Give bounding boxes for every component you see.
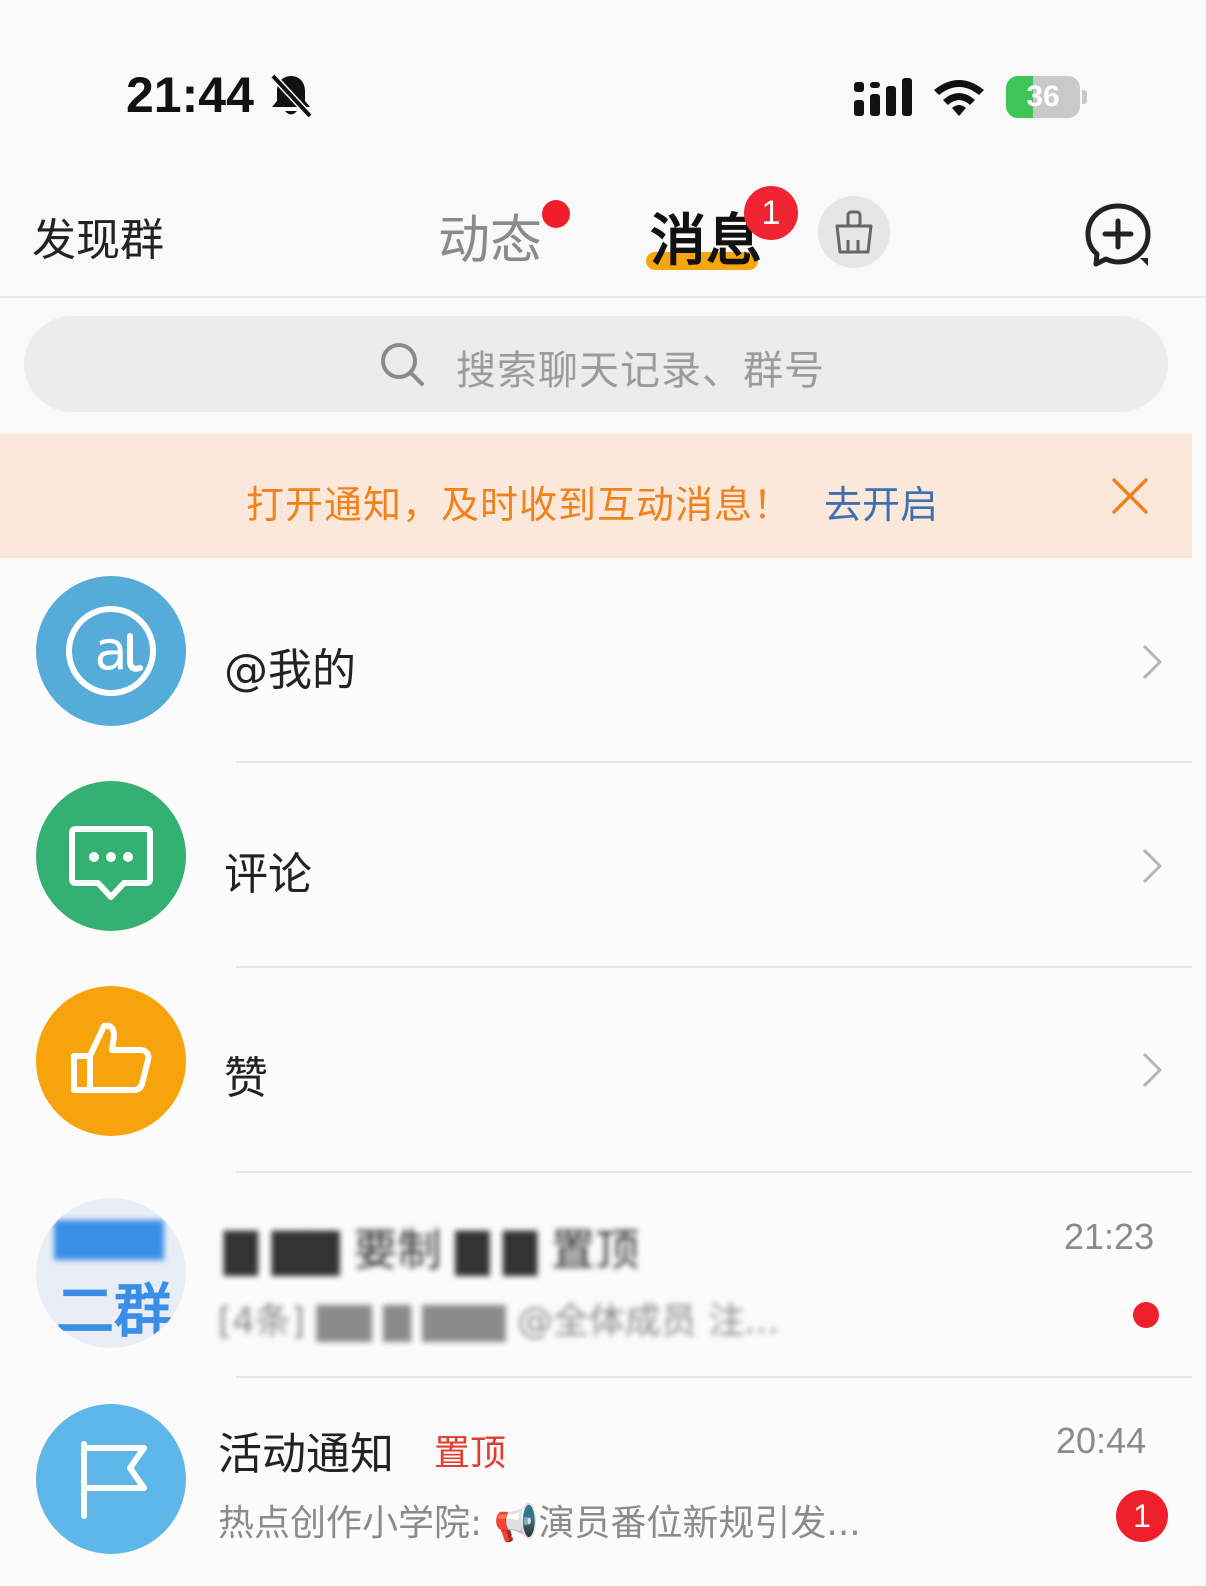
flag-icon <box>81 1441 147 1519</box>
group-avatar-text: 二群 <box>56 1277 173 1345</box>
comments-label: 评论 <box>224 849 312 900</box>
search-placeholder: 搜索聊天记录、群号 <box>456 348 825 394</box>
likes-avatar <box>36 986 186 1136</box>
wifi-icon <box>934 80 984 116</box>
new-chat-button[interactable] <box>1082 200 1154 272</box>
comment-icon <box>69 826 153 900</box>
broom-icon <box>835 210 873 254</box>
thumbs-up-icon <box>71 1022 152 1093</box>
svg-text:a: a <box>94 619 127 682</box>
group-conversation-preview: [4条] ▇▇ ▇ ▇▇▇ @全体成员 注... <box>218 1301 779 1342</box>
activity-unread-dot <box>542 200 570 228</box>
clear-unread-button[interactable] <box>818 196 890 268</box>
header-divider <box>0 296 1206 298</box>
mentions-label: @我的 <box>224 645 356 696</box>
group-conversation-time: 21:23 <box>1064 1216 1155 1257</box>
group-avatar: 二群 <box>36 1198 186 1348</box>
notice-text: 打开通知，及时收到互动消息！ <box>246 483 793 527</box>
pinned-tag: 置顶 <box>434 1433 507 1474</box>
enable-notifications-link[interactable]: 去开启 <box>824 474 938 529</box>
comments-avatar <box>36 781 186 931</box>
messages-badge: 1 <box>744 186 798 240</box>
likes-label: 赞 <box>224 1053 268 1104</box>
activity-notice-time: 20:44 <box>1056 1420 1147 1461</box>
tab-activity[interactable]: 动态 <box>438 198 542 273</box>
activity-notice-preview: 热点创作小学院: 📢演员番位新规引发... <box>218 1503 861 1544</box>
battery-indicator: 36 <box>1006 76 1088 118</box>
chevron-right-icon <box>1142 1052 1163 1088</box>
mentions-avatar: a <box>36 576 186 726</box>
search-icon <box>381 343 424 386</box>
unread-count-badge: 1 <box>1116 1490 1168 1542</box>
status-time: 21:44 <box>126 67 254 123</box>
chevron-right-icon <box>1142 848 1163 884</box>
unread-dot <box>1133 1302 1159 1328</box>
battery-percent: 36 <box>1026 80 1060 113</box>
group-conversation-title: ▇ ▇▇ 要制 ▇ ▇ 置顶 <box>224 1225 640 1276</box>
activity-notice-title: 活动通知 <box>218 1429 394 1480</box>
bell-muted-icon <box>270 73 313 119</box>
cellular-signal-icon <box>854 78 912 116</box>
close-icon[interactable] <box>1110 476 1150 516</box>
at-icon: a <box>66 606 156 696</box>
activity-notice-avatar <box>36 1404 186 1554</box>
discover-groups-link[interactable]: 发现群 <box>32 204 164 268</box>
chevron-right-icon <box>1142 644 1163 680</box>
